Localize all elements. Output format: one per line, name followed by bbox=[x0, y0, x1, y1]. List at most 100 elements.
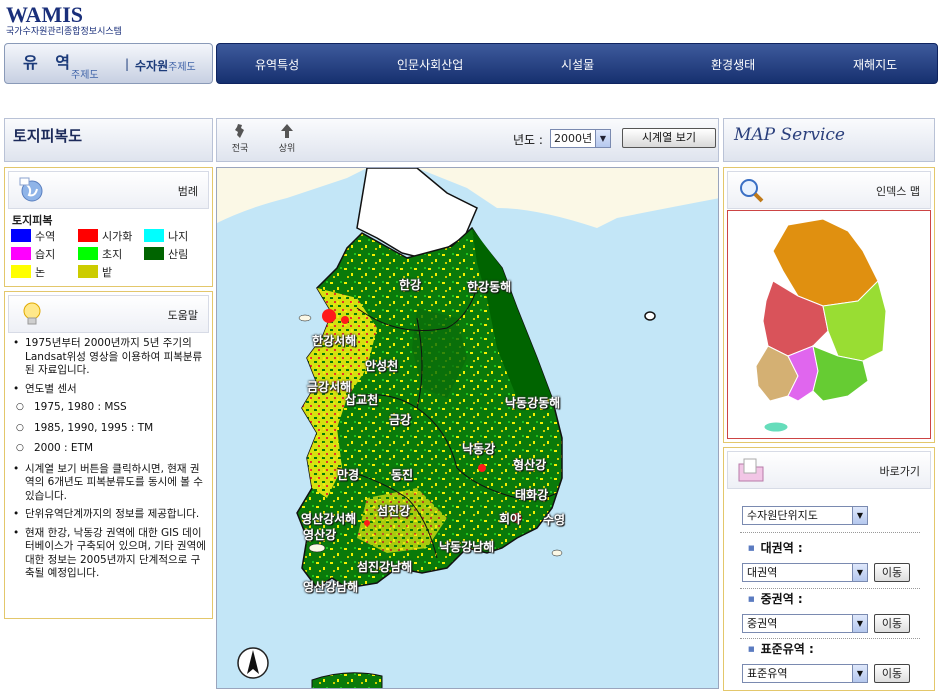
chevron-down-icon: ▼ bbox=[852, 564, 867, 581]
legend-label: 나지 bbox=[168, 230, 189, 243]
magnifier-icon bbox=[740, 179, 764, 203]
logo-subtitle: 국가수자원관리종합정보시스템 bbox=[6, 27, 122, 37]
index-map-panel: 인덱스 맵 bbox=[723, 167, 935, 443]
map-basin-label[interactable]: 낙동강동해 bbox=[505, 394, 560, 411]
index-region-jeju[interactable] bbox=[763, 421, 789, 433]
legend-swatch bbox=[144, 229, 164, 242]
north-arrow-icon bbox=[237, 647, 269, 679]
map-basin-label[interactable]: 회야 bbox=[499, 510, 521, 527]
help-header: 도움말 bbox=[8, 295, 209, 333]
tab-water-theme[interactable]: 수자원주제도 bbox=[135, 57, 196, 74]
map-title-bar: 토지피복도 bbox=[4, 118, 213, 162]
year-select[interactable]: 2000년 ▼ bbox=[550, 129, 611, 148]
year-label: 년도 : bbox=[513, 133, 543, 147]
chevron-down-icon: ▼ bbox=[852, 507, 867, 524]
map-type-select[interactable]: 수자원단위지도 ▼ bbox=[742, 506, 868, 525]
map-service-title: MAP Service bbox=[734, 125, 845, 145]
globe-icon bbox=[19, 177, 43, 202]
map-basin-label[interactable]: 안성천 bbox=[365, 357, 398, 374]
help-item: 1975, 1980 : MSS bbox=[10, 401, 208, 415]
goto-panel: 바로가기 수자원단위지도 ▼ 대권역 : 대권역 ▼ 이동 중권역 : 중권역 … bbox=[723, 447, 935, 691]
standard-basin-go-button[interactable]: 이동 bbox=[874, 664, 910, 683]
logo-title: WAMIS bbox=[6, 2, 84, 27]
help-item: 2000 : ETM bbox=[10, 442, 208, 456]
tab-basin-theme[interactable]: 유 역 bbox=[23, 49, 76, 73]
legend-label: 논 bbox=[35, 266, 46, 279]
map-basin-label[interactable]: 영산강 bbox=[303, 526, 336, 543]
index-map-header-label: 인덱스 맵 bbox=[876, 185, 920, 198]
tab-separator: | bbox=[125, 57, 130, 71]
map-basin-label[interactable]: 삽교천 bbox=[345, 391, 378, 408]
page-title: 토지피복도 bbox=[13, 127, 83, 145]
national-label: 전국 bbox=[231, 144, 249, 154]
major-basin-label: 대권역 : bbox=[748, 539, 803, 556]
tab-water-label: 수자원 bbox=[135, 59, 169, 73]
help-item: 시계열 보기 버튼을 클릭하시면, 현재 권역의 6개년도 피복분류도를 동시에… bbox=[10, 463, 208, 504]
legend-item: 수역 bbox=[11, 228, 55, 244]
divider bbox=[740, 638, 920, 639]
map-basin-label[interactable]: 한강동해 bbox=[467, 278, 511, 295]
legend-swatch bbox=[11, 247, 31, 260]
arrow-up-icon bbox=[272, 123, 302, 141]
map-basin-label[interactable]: 한강 bbox=[399, 276, 421, 293]
legend-title: 토지피복 bbox=[12, 214, 53, 227]
legend-item: 논 bbox=[11, 264, 45, 280]
map-basin-label[interactable]: 영산강서해 bbox=[301, 510, 356, 527]
legend-label: 산림 bbox=[168, 248, 189, 261]
standard-basin-select[interactable]: 표준유역 ▼ bbox=[742, 664, 868, 683]
help-item: 단위유역단계까지의 정보를 제공합니다. bbox=[10, 508, 208, 522]
tab-basin-theme-sub[interactable]: 주제도 bbox=[71, 66, 99, 81]
map-basin-label[interactable]: 한강서해 bbox=[312, 332, 356, 349]
land-cover-map[interactable]: 한강 한강동해 한강서해 안성천 금강서해 삽교천 금강 낙동강동해 낙동강 형산강 만경 동진 태화강… bbox=[216, 167, 719, 689]
standard-basin-select-value: 표준유역 bbox=[747, 667, 788, 680]
up-label: 상위 bbox=[278, 144, 296, 154]
nav-facilities[interactable]: 시설물 bbox=[561, 56, 594, 73]
main-navigation: 유역특성 인문사회산업 시설물 환경생태 재해지도 bbox=[216, 43, 938, 84]
map-basin-label[interactable]: 만경 bbox=[337, 466, 359, 483]
map-basin-label[interactable]: 섬진강 bbox=[377, 502, 410, 519]
map-basin-label[interactable]: 금강 bbox=[389, 411, 411, 428]
legend-swatch bbox=[78, 265, 98, 278]
legend-item: 초지 bbox=[78, 246, 122, 262]
map-basin-label[interactable]: 낙동강 bbox=[462, 440, 495, 457]
legend-item: 밭 bbox=[78, 264, 112, 280]
mid-basin-label: 중권역 : bbox=[748, 590, 803, 607]
standard-basin-label: 표준유역 : bbox=[748, 640, 814, 657]
major-basin-select[interactable]: 대권역 ▼ bbox=[742, 563, 868, 582]
map-basin-label[interactable]: 동진 bbox=[391, 466, 413, 483]
theme-tab-box: 유 역 주제도 | 수자원주제도 bbox=[4, 43, 213, 84]
legend-swatch bbox=[78, 229, 98, 242]
map-basin-label[interactable]: 형산강 bbox=[513, 456, 546, 473]
map-basin-label[interactable]: 영산강남해 bbox=[303, 578, 358, 595]
map-basin-label[interactable]: 태화강 bbox=[515, 486, 548, 503]
time-series-button[interactable]: 시계열 보기 bbox=[622, 128, 716, 148]
map-basin-label[interactable]: 수영 bbox=[543, 511, 565, 528]
goto-header-label: 바로가기 bbox=[879, 465, 920, 478]
folder-icon bbox=[738, 458, 764, 482]
up-level-button[interactable]: 상위 bbox=[272, 123, 302, 154]
national-view-button[interactable]: 전국 bbox=[225, 123, 255, 154]
nav-basin-characteristics[interactable]: 유역특성 bbox=[255, 56, 299, 73]
korea-map-graphic bbox=[217, 168, 718, 688]
map-basin-label[interactable]: 섬진강남해 bbox=[357, 558, 412, 575]
nav-disaster-map[interactable]: 재해지도 bbox=[853, 56, 897, 73]
help-panel: 도움말 1975년부터 2000년까지 5년 주기의 Landsat위성 영상을… bbox=[4, 291, 213, 619]
major-basin-go-button[interactable]: 이동 bbox=[874, 563, 910, 582]
mid-basin-go-button[interactable]: 이동 bbox=[874, 614, 910, 633]
chevron-down-icon: ▼ bbox=[852, 665, 867, 682]
nav-environment-ecology[interactable]: 환경생태 bbox=[711, 56, 755, 73]
mid-basin-select[interactable]: 중권역 ▼ bbox=[742, 614, 868, 633]
legend-label: 습지 bbox=[35, 248, 56, 261]
wamis-logo[interactable]: WAMIS 국가수자원관리종합정보시스템 bbox=[6, 4, 122, 38]
help-item: 현재 한강, 낙동강 권역에 대한 GIS 데이터베이스가 구축되어 있으며, … bbox=[10, 527, 208, 581]
index-map[interactable] bbox=[727, 210, 931, 439]
help-item: 1975년부터 2000년까지 5년 주기의 Landsat위성 영상을 이용하… bbox=[10, 337, 208, 378]
legend-label: 초지 bbox=[102, 248, 123, 261]
help-item: 1985, 1990, 1995 : TM bbox=[10, 422, 208, 436]
map-type-select-value: 수자원단위지도 bbox=[747, 509, 818, 522]
nav-humanities-industry[interactable]: 인문사회산업 bbox=[397, 56, 463, 73]
index-map-header: 인덱스 맵 bbox=[727, 171, 931, 209]
help-list: 1975년부터 2000년까지 5년 주기의 Landsat위성 영상을 이용하… bbox=[10, 337, 208, 586]
map-basin-label[interactable]: 낙동강남해 bbox=[439, 538, 494, 555]
tab-water-sub: 주제도 bbox=[168, 62, 196, 73]
